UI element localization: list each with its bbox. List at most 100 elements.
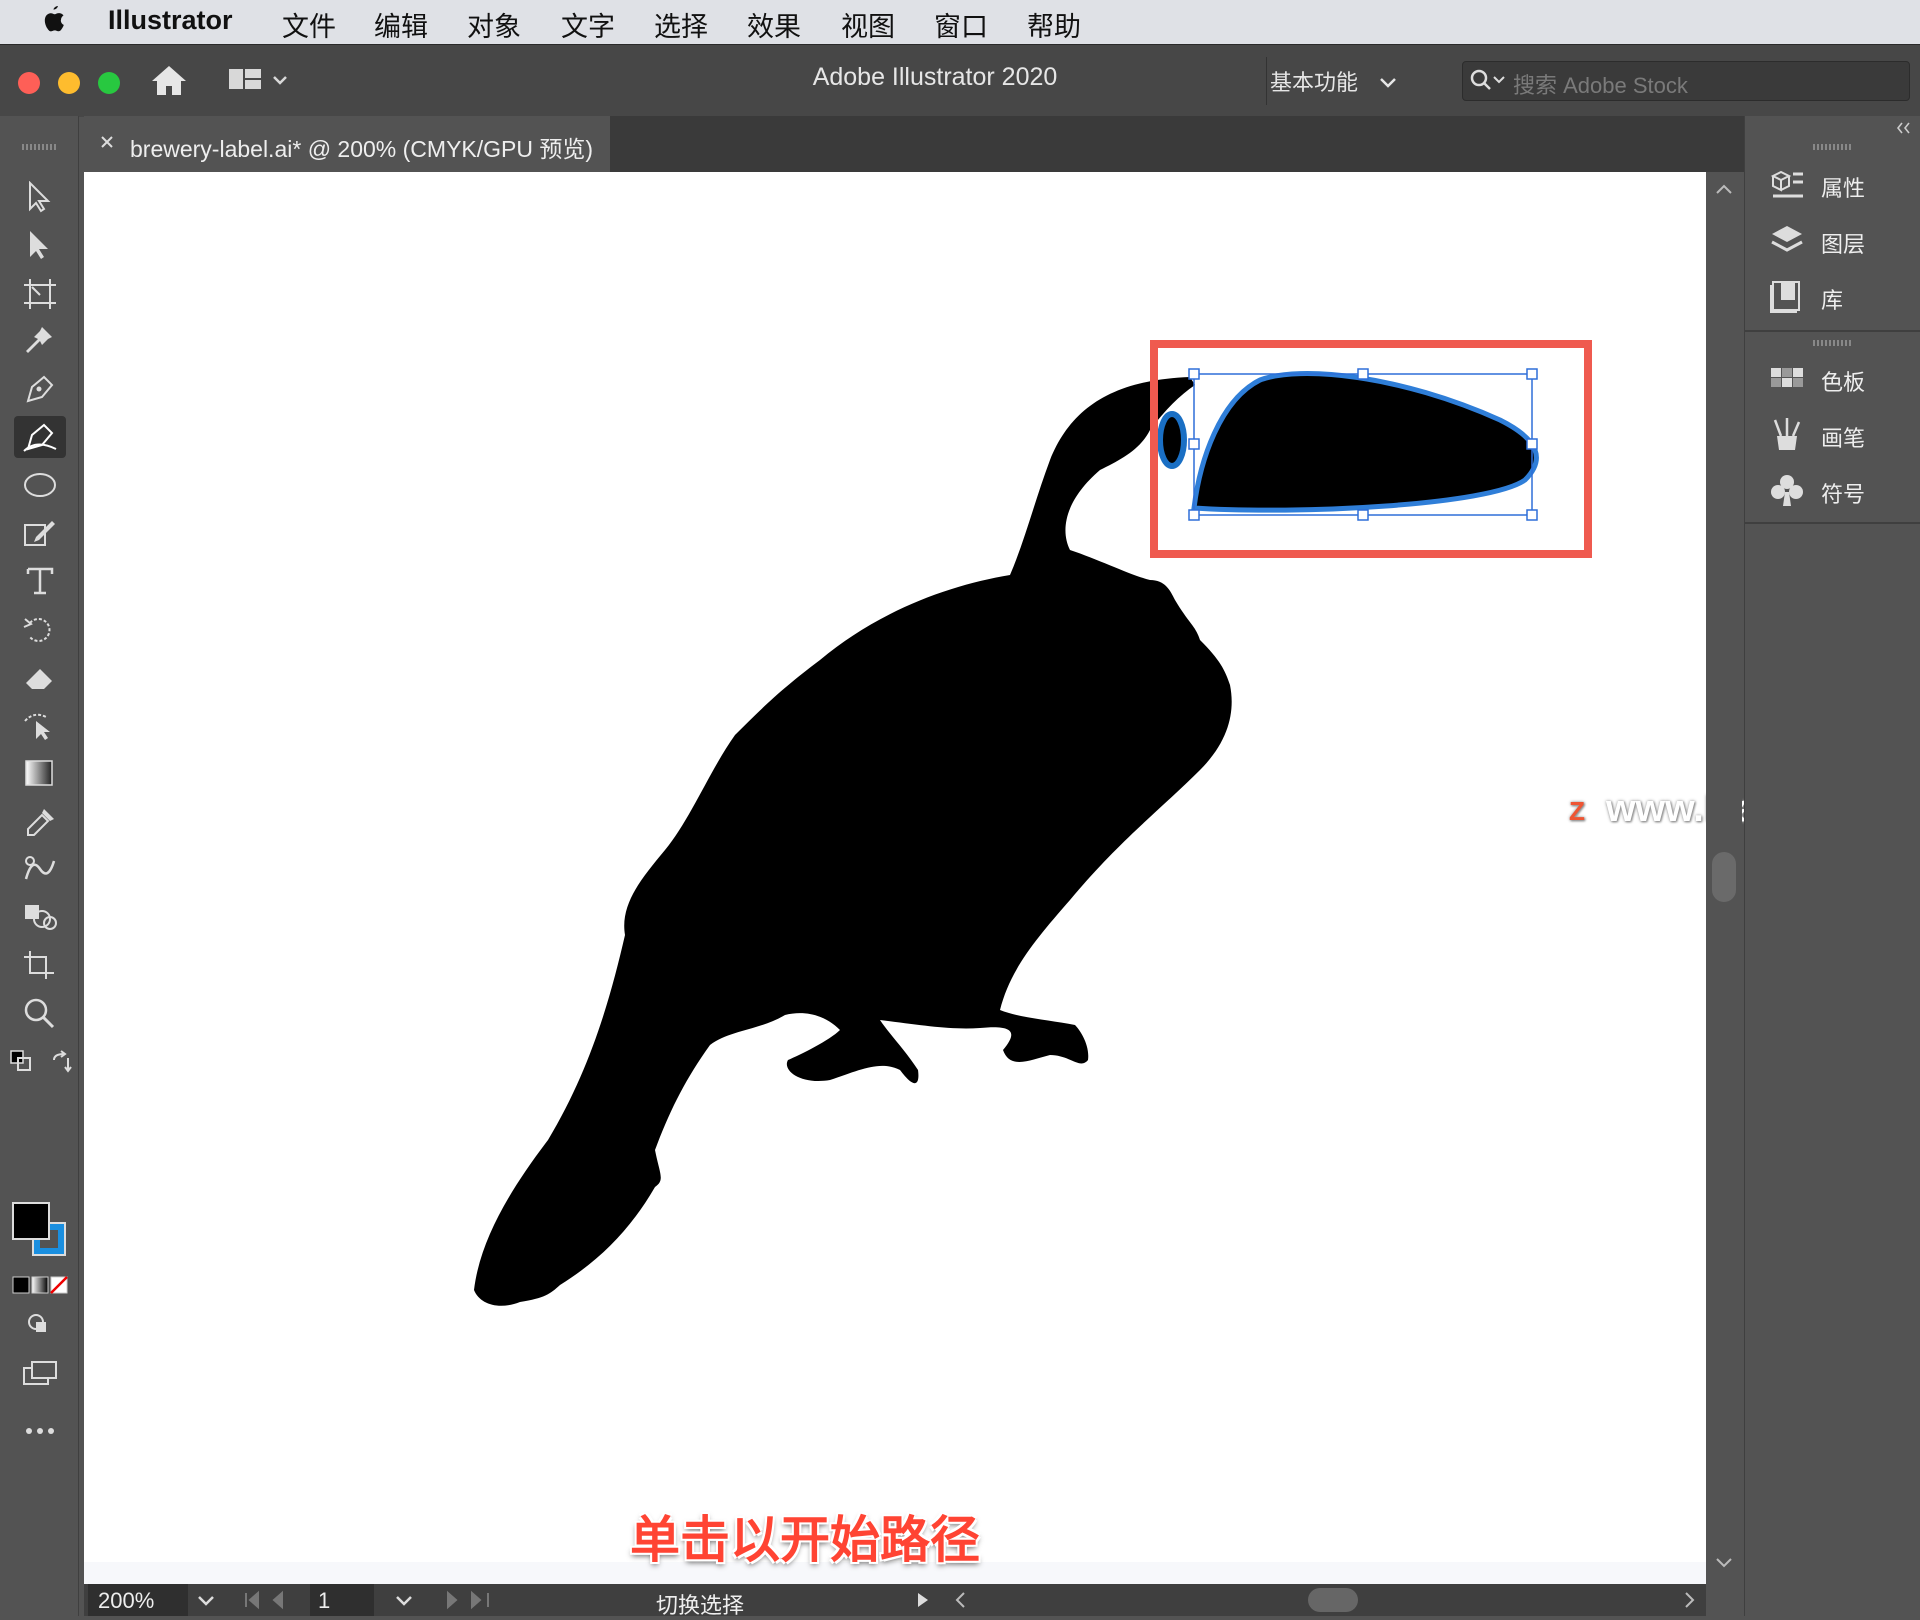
crop-icon xyxy=(24,951,54,979)
artboard-dropdown-icon[interactable] xyxy=(394,1594,414,1608)
curvature-pen-icon xyxy=(23,423,57,452)
horizontal-scroll-thumb[interactable] xyxy=(1308,1588,1358,1612)
direct-selection-arrow-icon xyxy=(30,231,48,259)
stock-search-field[interactable]: 搜索 Adobe Stock xyxy=(1462,61,1910,101)
apple-icon[interactable] xyxy=(40,4,66,41)
eraser-tool[interactable] xyxy=(14,656,66,698)
direct-selection-tool[interactable] xyxy=(14,224,66,266)
eyedropper-tool[interactable] xyxy=(14,800,66,842)
free-transform-icon xyxy=(24,713,50,740)
artboard-canvas[interactable] xyxy=(84,172,1706,1584)
color-mode-buttons[interactable] xyxy=(12,1276,68,1299)
menu-window[interactable]: 窗口 xyxy=(934,5,988,44)
search-icon xyxy=(1469,68,1509,99)
blend-tool[interactable] xyxy=(14,848,66,890)
crop-artboard-tool[interactable] xyxy=(14,944,66,986)
close-window-button[interactable] xyxy=(18,72,40,94)
search-placeholder: 搜索 Adobe Stock xyxy=(1513,73,1688,98)
menu-help[interactable]: 帮助 xyxy=(1027,5,1081,44)
type-tool[interactable] xyxy=(14,560,66,602)
menu-file[interactable]: 文件 xyxy=(282,5,336,44)
screen-mode-icon[interactable] xyxy=(22,1360,58,1391)
divider xyxy=(1266,57,1267,105)
chevron-down-icon xyxy=(1380,78,1397,88)
symbols-club-icon xyxy=(1771,475,1803,506)
shaper-icon xyxy=(24,521,55,546)
blend-icon xyxy=(24,856,56,880)
status-bar: 200% 1 切换选择 xyxy=(84,1584,1706,1618)
shape-builder-icon xyxy=(25,905,57,930)
menu-effect[interactable]: 效果 xyxy=(747,5,801,44)
document-tab-bar: brewery-label.ai* @ 200% (CMYK/GPU 预览) xyxy=(84,116,1744,172)
arrange-documents-icon[interactable] xyxy=(228,67,290,98)
curvature-tool[interactable] xyxy=(14,416,66,458)
rotate-tool[interactable] xyxy=(14,608,66,650)
zoom-dropdown-icon[interactable] xyxy=(196,1594,216,1608)
panel-libraries[interactable]: 库 xyxy=(1769,276,1909,316)
scroll-left-icon[interactable] xyxy=(952,1590,970,1610)
menu-app-name[interactable]: Illustrator xyxy=(108,5,233,36)
default-fill-stroke-icon[interactable] xyxy=(10,1050,32,1077)
panel-brushes-label: 画笔 xyxy=(1821,426,1866,451)
panel-properties-label: 属性 xyxy=(1821,176,1866,201)
zoom-field[interactable]: 200% xyxy=(88,1584,188,1616)
menu-select[interactable]: 选择 xyxy=(654,5,708,44)
free-transform-tool[interactable] xyxy=(14,704,66,746)
selection-arrow-icon xyxy=(29,181,51,213)
first-previous-artboard-icons[interactable] xyxy=(242,1590,302,1610)
vertical-scrollbar[interactable] xyxy=(1706,172,1742,1584)
ellipse-icon xyxy=(24,473,56,497)
gradient-tool[interactable] xyxy=(14,752,66,794)
selection-tool[interactable] xyxy=(14,176,66,218)
gradient-icon xyxy=(25,760,53,786)
menu-object[interactable]: 对象 xyxy=(467,5,521,44)
shaper-tool[interactable] xyxy=(14,512,66,554)
scroll-thumb[interactable] xyxy=(1712,852,1736,902)
edit-toolbar-more-icon[interactable] xyxy=(24,1424,58,1442)
menu-type[interactable]: 文字 xyxy=(561,5,615,44)
rotate-icon xyxy=(23,618,51,642)
panel-grip[interactable] xyxy=(1813,144,1853,150)
eyedropper-icon xyxy=(27,809,54,836)
ellipse-tool[interactable] xyxy=(14,464,66,506)
panel-layers[interactable]: 图层 xyxy=(1769,220,1909,260)
panel-symbols[interactable]: 符号 xyxy=(1769,470,1909,510)
pen-icon xyxy=(26,375,54,403)
artboard-tool[interactable] xyxy=(14,272,66,314)
puppet-warp-tool[interactable] xyxy=(14,320,66,362)
fill-swatch[interactable] xyxy=(12,1202,50,1240)
scroll-up-icon xyxy=(1716,184,1732,194)
tools-panel xyxy=(0,116,79,1616)
status-text[interactable]: 切换选择 xyxy=(656,1588,744,1620)
artboard-number-field[interactable]: 1 xyxy=(310,1584,374,1616)
panel-grip[interactable] xyxy=(22,144,56,150)
panel-dock: 属性 图层 库 色板 画笔 符号 xyxy=(1744,116,1920,1616)
app-title: Adobe Illustrator 2020 xyxy=(812,63,1058,91)
menu-edit[interactable]: 编辑 xyxy=(374,5,428,44)
close-tab-icon[interactable] xyxy=(98,130,116,157)
app-title-bar: Adobe Illustrator 2020 基本功能 搜索 Adobe Sto… xyxy=(0,44,1920,117)
panel-swatches[interactable]: 色板 xyxy=(1769,358,1909,398)
swatches-icon xyxy=(1771,368,1803,387)
drawing-mode-icon[interactable] xyxy=(26,1312,52,1341)
shape-builder-tool[interactable] xyxy=(14,896,66,938)
document-tab[interactable]: brewery-label.ai* @ 200% (CMYK/GPU 预览) xyxy=(84,116,610,172)
zoom-magnifier-icon xyxy=(24,998,55,1029)
next-last-artboard-icons[interactable] xyxy=(440,1590,500,1610)
panel-properties[interactable]: 属性 xyxy=(1769,164,1909,204)
scroll-right-icon[interactable] xyxy=(1680,1590,1698,1610)
zoom-tool[interactable] xyxy=(14,992,66,1034)
panel-brushes[interactable]: 画笔 xyxy=(1769,414,1909,454)
status-menu-arrow-icon[interactable] xyxy=(914,1590,932,1610)
zoom-window-button[interactable] xyxy=(98,72,120,94)
workspace-switcher[interactable]: 基本功能 xyxy=(1270,65,1398,97)
menu-bar: Illustrator 文件 编辑 对象 文字 选择 效果 视图 窗口 帮助 xyxy=(0,0,1920,44)
panel-grip[interactable] xyxy=(1813,340,1853,346)
type-t-icon xyxy=(26,567,54,595)
swap-fill-stroke-icon[interactable] xyxy=(50,1050,74,1079)
pen-tool[interactable] xyxy=(14,368,66,410)
layers-icon xyxy=(1771,226,1803,252)
minimize-window-button[interactable] xyxy=(58,72,80,94)
menu-view[interactable]: 视图 xyxy=(841,5,895,44)
home-icon[interactable] xyxy=(150,63,188,102)
